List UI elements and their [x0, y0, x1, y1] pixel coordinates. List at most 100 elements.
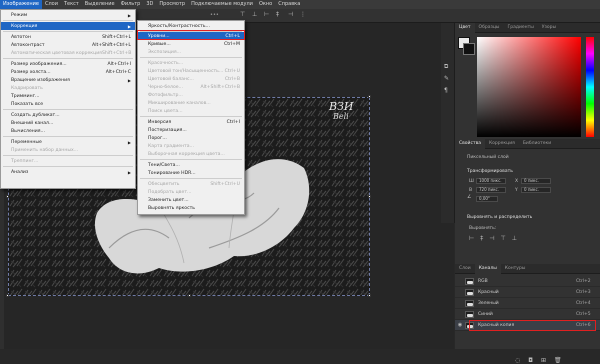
color-field[interactable] — [477, 37, 581, 137]
brush-settings-icon[interactable]: ✎ — [444, 75, 449, 82]
menu-select[interactable]: Выделение — [82, 0, 118, 9]
menu-filter[interactable]: Фильтр — [118, 0, 144, 9]
hue-slider[interactable] — [586, 37, 594, 137]
align-left-edges-icon[interactable]: ⊢ — [469, 235, 474, 242]
transform-handle-ml[interactable] — [6, 195, 9, 198]
tab-paths[interactable]: Контуры — [501, 264, 530, 274]
transform-handle-tr[interactable] — [368, 95, 371, 98]
transform-handle-bl[interactable] — [6, 294, 9, 297]
save-selection-icon[interactable]: ◘ — [528, 357, 533, 364]
submenu-item-threshold[interactable]: Порог... — [138, 134, 244, 142]
menu-plugins[interactable]: Подключаемые модули — [188, 0, 256, 9]
align-left-icon[interactable]: ⊢ — [264, 11, 269, 18]
menu-item-analysis[interactable]: Анализ ▶ — [1, 168, 135, 176]
submenu-item-desaturate[interactable]: Обесцветить Shift+Ctrl+U — [138, 180, 244, 188]
menu-item-rotate[interactable]: Вращение изображения ▶ — [1, 76, 135, 84]
submenu-item-color-lookup[interactable]: Поиск цвета... — [138, 107, 244, 115]
menu-image[interactable]: Изображение — [0, 0, 42, 9]
more-options-icon[interactable]: ••• — [210, 12, 219, 18]
submenu-item-exposure[interactable]: Экспозиция... — [138, 48, 244, 56]
distribute-icon[interactable]: ⋮ — [300, 11, 306, 18]
channel-row-blue[interactable]: Синий Ctrl+5 — [455, 309, 600, 320]
menu-item-mode[interactable]: Режим ▶ — [1, 11, 135, 19]
menu-view[interactable]: Просмотр — [156, 0, 188, 9]
menu-window[interactable]: Окно — [256, 0, 275, 9]
menu-item-duplicate[interactable]: Создать дубликат... — [1, 111, 135, 119]
background-color-swatch[interactable] — [463, 43, 475, 55]
menu-item-autocolor[interactable]: Автоматическая цветовая коррекция Shift+C… — [1, 49, 135, 57]
submenu-item-hue-saturation[interactable]: Цветовой тон/Насыщенность... Ctrl+U — [138, 67, 244, 75]
menu-separator — [3, 20, 133, 21]
eye-icon[interactable]: ◉ — [455, 322, 465, 328]
transform-handle-mr[interactable] — [368, 195, 371, 198]
new-channel-icon[interactable]: ⊞ — [541, 357, 546, 364]
history-icon[interactable]: ⧉ — [444, 63, 448, 71]
menu-item-calculations[interactable]: Вычисления... — [1, 127, 135, 135]
menu-item-image-size[interactable]: Размер изображения... Alt+Ctrl+I — [1, 60, 135, 68]
submenu-item-hdr-toning[interactable]: Тонирование HDR... — [138, 169, 244, 177]
submenu-item-brightness[interactable]: Яркость/Контрастность... — [138, 22, 244, 30]
tab-libraries[interactable]: Библиотеки — [519, 139, 555, 149]
tab-properties[interactable]: Свойства — [455, 138, 485, 149]
menu-layers[interactable]: Слои — [42, 0, 61, 9]
align-h-centers-icon[interactable]: ‡ — [480, 235, 483, 242]
align-center-icon[interactable]: ‡ — [276, 11, 279, 18]
transform-handle-br[interactable] — [368, 294, 371, 297]
submenu-item-replace-color[interactable]: Заменить цвет... — [138, 196, 244, 204]
y-field[interactable]: 0 пикс. — [521, 187, 551, 193]
submenu-item-photo-filter[interactable]: Фотофильтр... — [138, 91, 244, 99]
transform-handle-bm[interactable] — [188, 294, 191, 297]
submenu-item-color-balance[interactable]: Цветовой баланс... Ctrl+B — [138, 75, 244, 83]
channel-row-red[interactable]: Красный Ctrl+3 — [455, 287, 600, 298]
menu-separator — [3, 155, 133, 156]
tab-adjustments[interactable]: Коррекция — [485, 139, 519, 149]
submenu-item-gradient-map[interactable]: Карта градиента... — [138, 142, 244, 150]
menu-item-correction[interactable]: Коррекция ▶ — [1, 22, 135, 30]
menu-item-canvas-size[interactable]: Размер холста... Alt+Ctrl+C — [1, 68, 135, 76]
submenu-item-shadows-highlights[interactable]: Тени/Света... — [138, 161, 244, 169]
channel-row-rgb[interactable]: RGB Ctrl+2 — [455, 276, 600, 287]
width-field[interactable]: 1000 пикс. — [476, 178, 506, 184]
submenu-item-equalize[interactable]: Выровнять яркость — [138, 204, 244, 212]
menu-item-variables[interactable]: Переменные ▶ — [1, 138, 135, 146]
align-v-centers-icon[interactable]: ⊥ — [512, 235, 517, 242]
annotation-highlight-channel — [469, 320, 596, 331]
menu-item-apply-image[interactable]: Внешний канал... — [1, 119, 135, 127]
submenu-item-vibrance[interactable]: Красочность... — [138, 59, 244, 67]
menu-text[interactable]: Текст — [61, 0, 82, 9]
align-top-edges-icon[interactable]: ⊤ — [500, 235, 505, 242]
angle-field[interactable]: 0,00° — [476, 196, 498, 202]
menu-item-apply-dataset[interactable]: Применить набор данных... — [1, 146, 135, 154]
menu-item-trap[interactable]: Треппинг... — [1, 157, 135, 165]
submenu-item-curves[interactable]: Кривые... Ctrl+M — [138, 40, 244, 48]
paragraph-icon[interactable]: ¶ — [444, 87, 448, 94]
tab-gradients[interactable]: Градиенты — [504, 23, 538, 33]
menu-item-reveal-all[interactable]: Показать все — [1, 100, 135, 108]
tab-channels[interactable]: Каналы — [474, 263, 501, 274]
x-field[interactable]: 0 пикс. — [521, 178, 551, 184]
height-field[interactable]: 720 пикс. — [476, 187, 506, 193]
align-top-icon[interactable]: ⊤ — [240, 11, 245, 18]
submenu-item-selective-color[interactable]: Выборочная коррекция цвета... — [138, 150, 244, 158]
submenu-item-invert[interactable]: Инверсия Ctrl+I — [138, 118, 244, 126]
menu-item-trim[interactable]: Тримминг... — [1, 92, 135, 100]
menu-item-autocontrast[interactable]: Автоконтраст Alt+Shift+Ctrl+L — [1, 41, 135, 49]
submenu-item-posterize[interactable]: Постеризация... — [138, 126, 244, 134]
menu-help[interactable]: Справка — [275, 0, 303, 9]
channel-row-green[interactable]: Зеленый Ctrl+4 — [455, 298, 600, 309]
submenu-item-black-white[interactable]: Черно-белое... Alt+Shift+Ctrl+B — [138, 83, 244, 91]
align-right-icon[interactable]: ⊣ — [288, 11, 293, 18]
tab-swatches[interactable]: Образцы — [475, 23, 504, 33]
menu-item-autotone[interactable]: Автотон Shift+Ctrl+L — [1, 33, 135, 41]
submenu-item-match-color[interactable]: Подобрать цвет... — [138, 188, 244, 196]
menu-item-crop[interactable]: Кадрировать — [1, 84, 135, 92]
align-right-edges-icon[interactable]: ⊣ — [489, 235, 494, 242]
tab-color[interactable]: Цвет — [455, 22, 475, 33]
tab-patterns[interactable]: Узоры — [538, 23, 560, 33]
submenu-item-channel-mixer[interactable]: Микширование каналов... — [138, 99, 244, 107]
align-middle-icon[interactable]: ⊥ — [252, 11, 257, 18]
menu-3d[interactable]: 3D — [143, 0, 156, 9]
load-selection-icon[interactable]: ◌ — [515, 357, 520, 364]
tab-layers[interactable]: Слои — [455, 264, 475, 274]
trash-icon[interactable]: 🗑 — [554, 357, 562, 364]
